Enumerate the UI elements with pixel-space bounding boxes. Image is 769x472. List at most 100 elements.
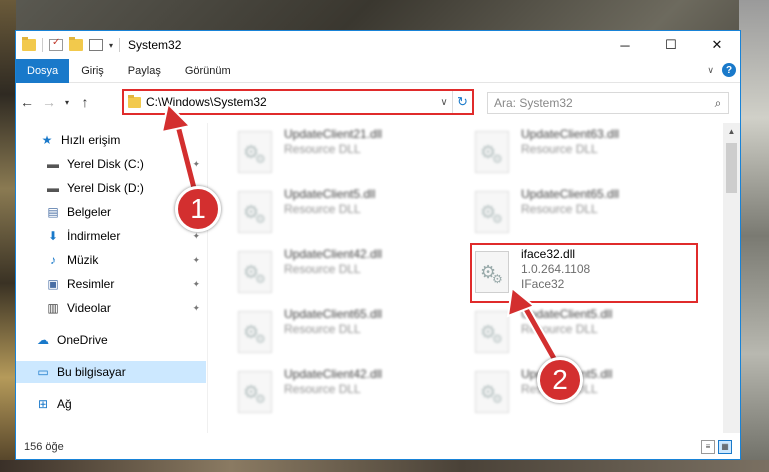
- dll-file-icon: [475, 191, 509, 233]
- file-name: UpdateClient65.dll: [521, 187, 620, 201]
- pin-icon[interactable]: ✦: [192, 255, 200, 266]
- explorer-window: ▾ System32 ─ ☐ ✕ Dosya Giriş Paylaş Görü…: [15, 30, 741, 460]
- file-type: Resource DLL: [521, 202, 598, 216]
- scroll-up-icon[interactable]: ▲: [723, 123, 740, 140]
- sidebar-item-label: Bu bilgisayar: [57, 365, 126, 379]
- pin-icon[interactable]: ✦: [192, 279, 200, 290]
- sidebar-item-this-pc[interactable]: ▭ Bu bilgisayar: [16, 361, 206, 383]
- sidebar-item-pictures[interactable]: ▣ Resimler ✦: [16, 273, 206, 295]
- file-item[interactable]: UpdateClient5.dllResource DLL: [238, 187, 458, 243]
- documents-icon: ▤: [47, 205, 59, 219]
- cloud-icon: ☁: [37, 333, 49, 347]
- file-item[interactable]: UpdateClient5.dllResource DLL: [475, 307, 695, 363]
- minimize-button[interactable]: ─: [602, 31, 648, 59]
- properties-check-icon[interactable]: [49, 37, 63, 51]
- file-name: UpdateClient42.dll: [284, 367, 383, 381]
- dll-file-icon: [238, 311, 272, 353]
- navigation-bar: ← → ▾ ↑ C:\Windows\System32 ∨ ↻ Ara: Sys…: [16, 87, 740, 117]
- search-input[interactable]: Ara: System32: [488, 96, 708, 110]
- file-item[interactable]: UpdateClient65.dllResource DLL: [475, 187, 695, 243]
- expand-ribbon-icon[interactable]: ∨: [707, 65, 714, 76]
- tiles-view-icon[interactable]: ▦: [718, 440, 732, 454]
- tab-share[interactable]: Paylaş: [116, 59, 173, 83]
- folder-icon[interactable]: [22, 37, 36, 51]
- pin-icon[interactable]: ✦: [192, 231, 200, 242]
- sidebar-item-local-disk-d[interactable]: ▬ Yerel Disk (D:) ✦: [16, 177, 206, 199]
- file-item[interactable]: UpdateClient65.dllResource DLL: [238, 307, 458, 363]
- file-name: UpdateClient65.dll: [284, 307, 383, 321]
- file-item[interactable]: UpdateClient42.dllResource DLL: [238, 367, 458, 423]
- address-bar[interactable]: C:\Windows\System32 ∨ ↻: [122, 89, 474, 115]
- maximize-button[interactable]: ☐: [648, 31, 694, 59]
- sidebar-item-label: OneDrive: [57, 333, 108, 347]
- recent-locations-button[interactable]: ▾: [60, 98, 74, 107]
- dll-file-icon: [238, 131, 272, 173]
- file-item[interactable]: UpdateClient21.dllResource DLL: [238, 127, 458, 183]
- file-name: UpdateClient21.dll: [284, 127, 383, 141]
- forward-button[interactable]: →: [38, 94, 60, 110]
- dll-file-icon: [475, 311, 509, 353]
- step-1-badge: 1: [175, 186, 221, 232]
- sidebar-item-label: Yerel Disk (C:): [67, 157, 144, 171]
- file-type: Resource DLL: [521, 142, 598, 156]
- dll-file-icon: [238, 371, 272, 413]
- sidebar-item-onedrive[interactable]: ☁ OneDrive: [16, 329, 206, 351]
- tab-home[interactable]: Giriş: [69, 59, 116, 83]
- dll-file-icon: [475, 131, 509, 173]
- search-icon[interactable]: ⌕: [708, 96, 728, 111]
- tab-view[interactable]: Görünüm: [173, 59, 243, 83]
- file-type: Resource DLL: [284, 262, 361, 276]
- file-item[interactable]: UpdateClient63.dllResource DLL: [475, 127, 695, 183]
- toolbar-separator: [119, 38, 121, 52]
- drive-icon: ▬: [47, 181, 59, 195]
- details-view-icon[interactable]: ≡: [701, 440, 715, 454]
- customize-toolbar-dropdown-icon[interactable]: ▾: [109, 41, 113, 50]
- file-type: Resource DLL: [284, 202, 361, 216]
- file-type: Resource DLL: [521, 322, 598, 336]
- scroll-thumb[interactable]: [726, 143, 737, 193]
- refresh-button[interactable]: ↻: [452, 91, 472, 113]
- highlight-box: [470, 243, 698, 303]
- vertical-scrollbar[interactable]: ▲: [723, 123, 740, 433]
- new-folder-icon[interactable]: [69, 37, 83, 51]
- computer-icon: ▭: [37, 365, 49, 379]
- desktop-wallpaper-bottom: [0, 460, 769, 472]
- sidebar-item-music[interactable]: ♪ Müzik ✦: [16, 249, 206, 271]
- close-button[interactable]: ✕: [694, 31, 740, 59]
- sidebar-item-local-disk-c[interactable]: ▬ Yerel Disk (C:) ✦: [16, 153, 206, 175]
- properties-icon[interactable]: [89, 39, 103, 51]
- status-bar: 156 öğe ≡ ▦: [16, 435, 740, 459]
- file-name: UpdateClient42.dll: [284, 247, 383, 261]
- pin-icon[interactable]: ✦: [192, 159, 200, 170]
- music-icon: ♪: [50, 253, 56, 267]
- folder-icon: [128, 94, 141, 108]
- up-button[interactable]: ↑: [74, 94, 96, 110]
- file-name: UpdateClient5.dll: [521, 307, 613, 321]
- item-count: 156 öğe: [24, 441, 64, 453]
- sidebar-item-quick-access[interactable]: ★ Hızlı erişim: [40, 129, 230, 151]
- address-path[interactable]: C:\Windows\System32: [146, 95, 436, 109]
- sidebar-item-network[interactable]: ⊞ Ağ: [16, 393, 206, 415]
- pin-icon[interactable]: ✦: [192, 303, 200, 314]
- address-dropdown-icon[interactable]: ∨: [436, 97, 452, 108]
- sidebar-item-videos[interactable]: ▥ Videolar ✦: [16, 297, 206, 319]
- quick-access-toolbar: ▾: [16, 37, 121, 52]
- tab-file[interactable]: Dosya: [16, 58, 70, 83]
- search-box[interactable]: Ara: System32 ⌕: [487, 92, 729, 114]
- sidebar-item-label: Belgeler: [67, 205, 112, 219]
- download-icon: ⬇: [47, 229, 59, 243]
- sidebar-item-downloads[interactable]: ⬇ İndirmeler ✦: [16, 225, 206, 247]
- file-item[interactable]: UpdateClient42.dllResource DLL: [238, 247, 458, 303]
- ribbon-right-controls: ∨ ?: [707, 63, 736, 77]
- sidebar-item-label: Resimler: [67, 277, 115, 291]
- back-button[interactable]: ←: [16, 94, 38, 110]
- file-type: Resource DLL: [284, 322, 361, 336]
- file-name: UpdateClient63.dll: [521, 127, 620, 141]
- file-name: UpdateClient5.dll: [284, 187, 376, 201]
- video-icon: ▥: [47, 301, 59, 315]
- sidebar-item-label: Ağ: [57, 397, 72, 411]
- desktop-wallpaper-right: [739, 0, 769, 472]
- file-item[interactable]: UpdateClient5.dllResource DLL: [475, 367, 695, 423]
- help-icon[interactable]: ?: [722, 63, 736, 77]
- window-title: System32: [128, 38, 182, 52]
